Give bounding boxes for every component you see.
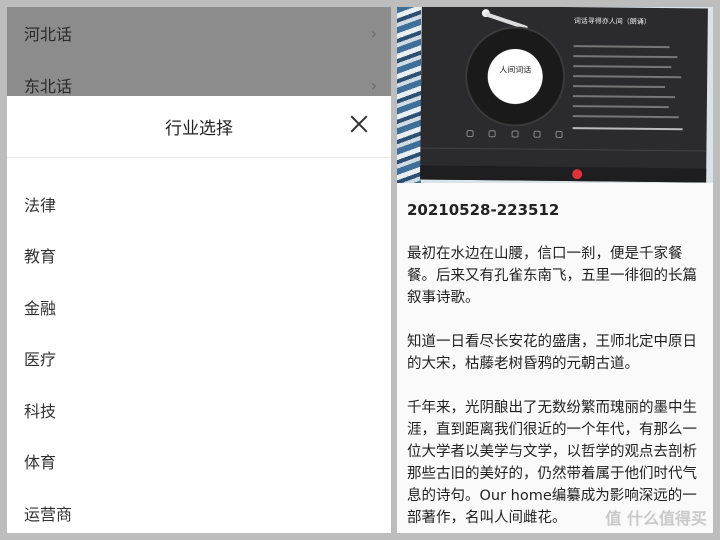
wave-artwork [397, 7, 421, 183]
industry-item-education[interactable]: 教育 [7, 230, 391, 282]
lyric-line [573, 75, 682, 79]
close-icon[interactable] [349, 114, 369, 134]
industry-sheet: 行业选择 法律 教育 金融 医疗 科技 体育 运营商 [7, 96, 391, 533]
share-icon[interactable] [533, 130, 541, 138]
tonearm [485, 12, 529, 31]
player-tabs [420, 147, 707, 165]
dialect-item-label: 河北话 [24, 25, 73, 44]
chevron-right-icon: › [370, 23, 377, 43]
collect-icon[interactable] [488, 130, 496, 138]
industry-item-finance[interactable]: 金融 [7, 281, 391, 333]
industry-list: 法律 教育 金融 医疗 科技 体育 运营商 [7, 158, 391, 533]
music-player: 人间词话 词话寻得亦人间（朗诵） [420, 7, 708, 183]
left-screenshot: 河北话 › 东北话 › 行业选择 法律 教育 金融 医疗 科技 体育 运营商 [7, 7, 391, 533]
note-paragraph: 最初在水边在山腰，信口一刹，便是千家餐餐。后来又有孔雀东南飞，五里一徘徊的长篇叙… [407, 246, 697, 306]
industry-item-carrier[interactable]: 运营商 [7, 487, 391, 533]
comment-icon[interactable] [555, 130, 563, 138]
vinyl-label: 人间词话 [499, 65, 532, 75]
dialect-list: 河北话 › 东北话 › [7, 7, 391, 97]
watermark: 值 什么值得买 [605, 509, 707, 528]
lyric-line [573, 85, 666, 89]
lyric-line [573, 65, 672, 69]
dialect-item-label: 东北话 [24, 77, 73, 96]
lyric-line [572, 95, 675, 99]
song-title: 词话寻得亦人间（朗诵） [573, 17, 651, 26]
note-content: 20210528-223512 最初在水边在山腰，信口一刹，便是千家餐餐。后来又… [397, 183, 713, 533]
like-icon[interactable] [466, 129, 474, 138]
dialect-item-hebei[interactable]: 河北话 › [7, 7, 391, 59]
lyric-line [573, 55, 678, 59]
industry-item-tech[interactable]: 科技 [7, 384, 391, 436]
industry-item-law[interactable]: 法律 [7, 178, 391, 230]
play-icon[interactable] [572, 169, 583, 180]
note-paragraph: 知道一日看尽长安花的盛唐，王师北定中原日的大宋，枯藤老树昏鸦的元朝古道。 [407, 334, 697, 372]
sheet-header: 行业选择 [7, 96, 391, 158]
lyric-line [572, 105, 669, 109]
lyric-line [573, 45, 670, 49]
industry-item-medical[interactable]: 医疗 [7, 333, 391, 385]
lyric-line-active [572, 127, 683, 131]
sheet-title: 行业选择 [165, 119, 233, 139]
note-title: 20210528-223512 [407, 201, 560, 219]
vinyl-record-icon: 人间词话 [466, 27, 564, 125]
playback-bar [420, 165, 707, 183]
player-action-row [466, 129, 563, 138]
right-screenshot: 人间词话 词话寻得亦人间（朗诵） 20210528-223512 最初在水边在山… [397, 7, 713, 533]
player-photo: 人间词话 词话寻得亦人间（朗诵） [397, 7, 713, 183]
industry-item-sports[interactable]: 体育 [7, 436, 391, 488]
chevron-right-icon: › [370, 75, 377, 95]
download-icon[interactable] [511, 130, 519, 138]
lyric-line [572, 115, 679, 119]
